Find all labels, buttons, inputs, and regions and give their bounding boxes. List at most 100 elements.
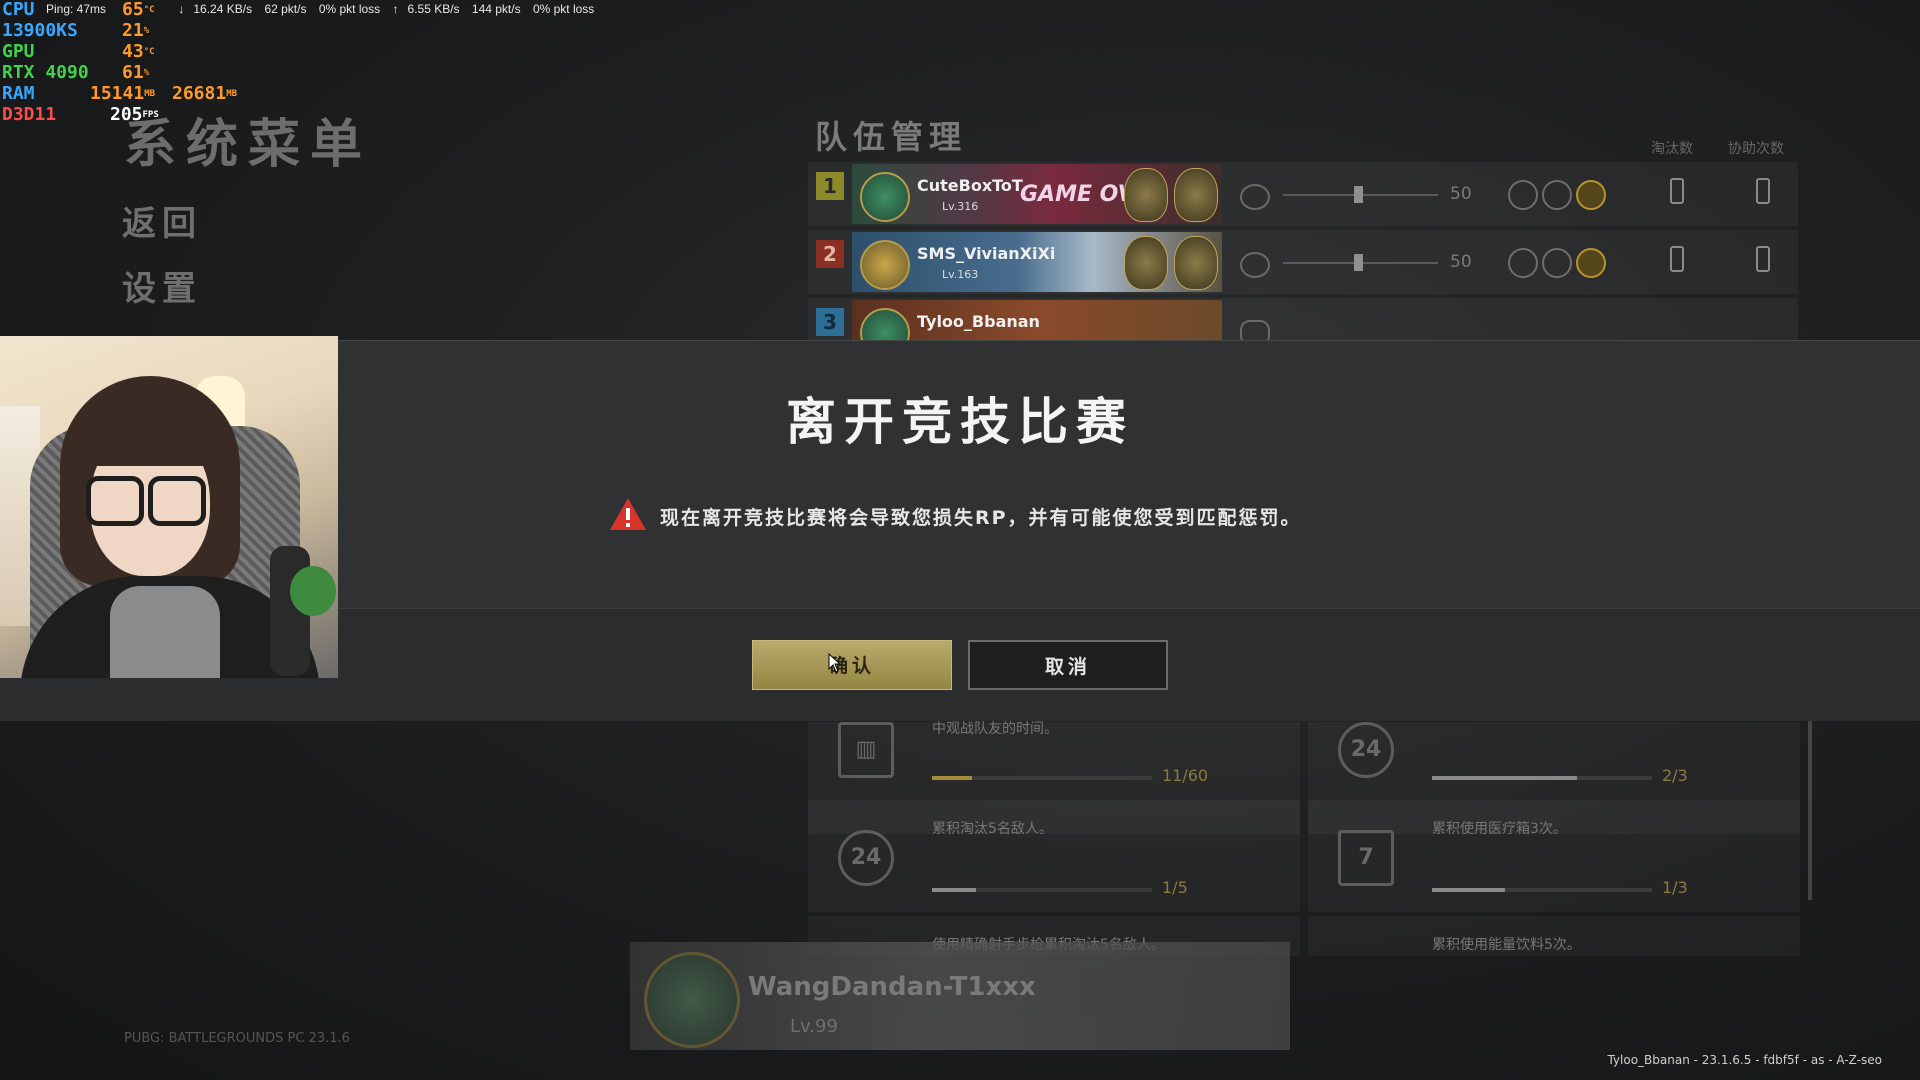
player-emblem-icon [860, 240, 910, 290]
local-player-nameplate: WangDandan-T1xxx Lv.99 [630, 942, 1290, 1050]
net-down-pkts: 62 pkt/s [264, 2, 307, 16]
local-player-name: WangDandan-T1xxx [748, 972, 1036, 1002]
volume-value: 50 [1450, 252, 1472, 272]
osd-gpu-temp: 43 [122, 41, 144, 62]
mission-progress: 1/5 [1162, 878, 1188, 897]
player-level: Lv.316 [942, 200, 979, 213]
osd-gpu-usage-unit: % [143, 68, 150, 78]
volume-slider-knob[interactable] [1354, 254, 1363, 271]
mute-voice-icon[interactable] [1508, 248, 1538, 278]
mission-progress: 2/3 [1662, 766, 1688, 785]
team-row-2: 2 SMS_VivianXiXi Lv.163 50 [808, 230, 1798, 294]
trash-icon: ▥ [838, 722, 894, 778]
assists-zero-icon [1756, 246, 1770, 272]
player-nameplate[interactable]: CuteBoxToT Lv.316 GAME OV [852, 164, 1222, 224]
timer-24h-icon: 24 [1338, 722, 1394, 778]
col-assists: 协助次数 [1728, 141, 1784, 157]
slot-number: 3 [816, 308, 844, 336]
mission-card: 7 累积使用医疗箱3次。 1/3 [1308, 800, 1800, 912]
player-name: SMS_VivianXiXi [917, 244, 1056, 263]
streamer-webcam [0, 336, 338, 678]
build-info: Tyloo_Bbanan - 23.1.6.5 - fdbf5f - as - … [1607, 1053, 1882, 1067]
medal-icon [1174, 168, 1218, 222]
mute-text-icon[interactable] [1542, 248, 1572, 278]
mission-progress-bar [932, 888, 1152, 892]
mission-card: 累积使用能量饮料5次。 [1308, 916, 1800, 956]
osd-cpu-label: CPU [2, 0, 35, 20]
local-player-level: Lv.99 [790, 1016, 838, 1037]
net-ping: Ping: 47ms [46, 2, 107, 16]
net-down-speed: 16.24 KB/s [193, 2, 253, 16]
assists-zero-icon [1756, 178, 1770, 204]
mission-card: 24 累积淘汰5名敌人。 1/5 [808, 800, 1300, 912]
medal-icon [1124, 236, 1168, 290]
mission-progress-bar [932, 776, 1152, 780]
player-emblem-icon [860, 172, 910, 222]
osd-ram-total: 26681 [172, 83, 227, 104]
plate-decoration-text: GAME OV [1020, 182, 1135, 207]
team-row-1: 1 CuteBoxToT Lv.316 GAME OV 50 [808, 162, 1798, 226]
osd-fps-unit: FPS [142, 110, 159, 120]
mission-progress-bar [1432, 776, 1652, 780]
volume-slider-knob[interactable] [1354, 186, 1363, 203]
speaker-icon[interactable] [1240, 184, 1270, 210]
osd-cpu-usage: 21 [122, 20, 144, 41]
system-menu-title: 系统菜单 [124, 115, 373, 175]
player-emblem-icon [644, 952, 740, 1048]
calendar-icon: 7 [1338, 830, 1394, 886]
mission-text: 中观战队友的时间。 [932, 721, 1058, 737]
network-stats: Ping: 47ms ↓ 16.24 KB/s 62 pkt/s 0% pkt l… [46, 2, 603, 16]
mission-text: 累积使用医疗箱3次。 [1432, 821, 1567, 837]
cancel-button[interactable]: 取消 [968, 640, 1168, 690]
osd-gpu-temp-unit: °C [143, 47, 155, 57]
osd-cpu-usage-unit: % [143, 26, 150, 36]
osd-cpu-model: 13900KS [2, 20, 78, 41]
eliminations-zero-icon [1670, 246, 1684, 272]
team-management-title: 队伍管理 [815, 118, 968, 156]
warning-icon [610, 498, 646, 530]
mission-text: 累积淘汰5名敌人。 [932, 821, 1053, 837]
net-up-speed: 6.55 KB/s [407, 2, 460, 16]
slot-number: 1 [816, 172, 844, 200]
net-down-loss: 0% pkt loss [318, 2, 381, 16]
mission-progress: 1/3 [1662, 878, 1688, 897]
menu-item-settings[interactable]: 设置 [122, 261, 202, 310]
osd-ram-unit: MB [144, 89, 156, 99]
osd-ram-total-unit: MB [226, 89, 238, 99]
player-level: Lv.163 [942, 268, 979, 281]
col-eliminations: 淘汰数 [1651, 141, 1693, 157]
net-upload-arrow-icon: ↑ [392, 2, 399, 16]
report-icon[interactable] [1576, 180, 1606, 210]
timer-24h-icon: 24 [838, 830, 894, 886]
mission-progress-bar [1432, 888, 1652, 892]
osd-ram-label: RAM [2, 83, 35, 104]
slot-number: 2 [816, 240, 844, 268]
player-name: CuteBoxToT [917, 176, 1023, 195]
player-nameplate[interactable]: SMS_VivianXiXi Lv.163 [852, 232, 1222, 292]
report-icon[interactable] [1576, 248, 1606, 278]
menu-item-back[interactable]: 返回 [122, 196, 202, 245]
microphone-icon[interactable] [1240, 320, 1270, 340]
osd-ram-used: 15141 [90, 83, 145, 104]
speaker-icon[interactable] [1240, 252, 1270, 278]
dialog-message: 现在离开竞技比赛将会导致您损失RP，并有可能使您受到匹配惩罚。 [660, 507, 1302, 529]
net-download-arrow-icon: ↓ [178, 2, 185, 16]
player-emblem-icon [860, 308, 910, 340]
confirm-button[interactable]: 确认 [752, 640, 952, 690]
mouse-cursor-icon [828, 653, 842, 673]
mission-text: 累积使用能量饮料5次。 [1432, 937, 1581, 953]
osd-api-label: D3D11 [2, 104, 57, 125]
eliminations-zero-icon [1670, 178, 1684, 204]
player-nameplate[interactable]: Tyloo_Bbanan [852, 300, 1222, 340]
net-up-loss: 0% pkt loss [532, 2, 595, 16]
mute-voice-icon[interactable] [1508, 180, 1538, 210]
volume-value: 50 [1450, 184, 1472, 204]
mute-text-icon[interactable] [1542, 180, 1572, 210]
game-version: PUBG: BATTLEGROUNDS PC 23.1.6 [124, 1031, 350, 1046]
team-row-3: 3 Tyloo_Bbanan [808, 298, 1798, 340]
osd-gpu-usage: 61 [122, 62, 144, 83]
player-name: Tyloo_Bbanan [917, 312, 1040, 331]
osd-gpu-label: GPU [2, 41, 35, 62]
osd-fps: 205 [110, 104, 143, 125]
osd-gpu-model: RTX 4090 [2, 62, 89, 83]
